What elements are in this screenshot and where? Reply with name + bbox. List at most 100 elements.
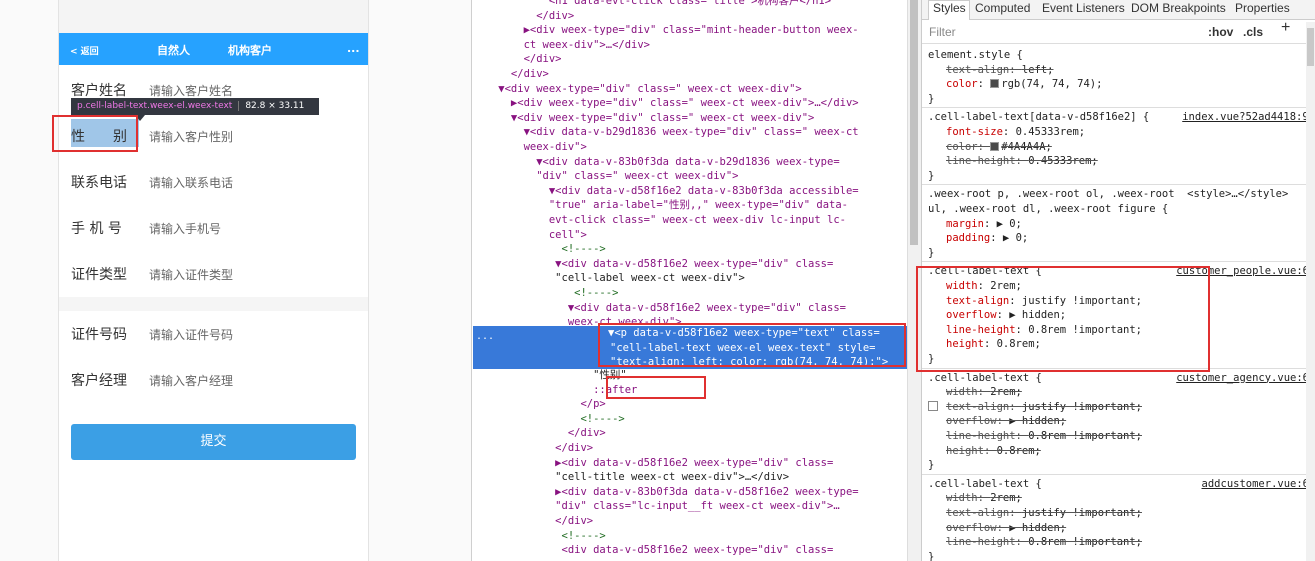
css-declaration[interactable]: text-align: justify !important; <box>928 400 1142 415</box>
css-declaration[interactable]: color: rgb(74, 74, 74); <box>946 77 1102 92</box>
selection-ellipsis[interactable]: ... <box>476 330 494 345</box>
css-declaration[interactable]: padding: ▶ 0; <box>946 231 1028 246</box>
dom-line[interactable]: </p> <box>473 397 905 412</box>
css-declaration[interactable]: width: 2rem; <box>946 491 1022 506</box>
dom-line[interactable]: "div" class="lc-input__ft weex-ct weex-d… <box>473 499 905 514</box>
dom-line[interactable]: <h1 data-evt-click class="title">机构客户</h… <box>473 0 905 9</box>
more-button[interactable]: ... <box>347 42 360 55</box>
tab-computed[interactable]: Computed <box>975 1 1030 16</box>
css-selector[interactable]: element.style { <box>928 48 1023 63</box>
css-property-value[interactable]: justify !important; <box>1022 507 1142 519</box>
css-property-name[interactable]: width <box>946 386 978 398</box>
css-property-value[interactable]: 2rem; <box>990 386 1022 398</box>
css-property-name[interactable]: color <box>946 78 978 90</box>
css-property-value[interactable]: justify !important; <box>1022 401 1142 413</box>
dom-line[interactable]: </div> <box>473 514 905 529</box>
new-rule-button[interactable]: + <box>1281 20 1290 36</box>
tab-institution-client[interactable]: 机构客户 <box>228 42 272 58</box>
css-property-value[interactable]: #4A4A4A; <box>1001 141 1052 153</box>
dom-line[interactable]: ▼<div data-v-d58f16e2 data-v-83b0f3da ac… <box>473 184 905 199</box>
css-declaration[interactable]: color: #4A4A4A; <box>946 140 1052 155</box>
cls-toggle[interactable]: .cls <box>1243 25 1263 40</box>
dom-line[interactable]: </div> <box>473 52 905 67</box>
submit-button[interactable]: 提交 <box>71 424 356 460</box>
css-property-value[interactable]: 0.45333rem; <box>1016 126 1086 138</box>
dom-line[interactable]: ▶<div data-v-83b0f3da data-v-d58f16e2 we… <box>473 485 905 500</box>
css-property-name[interactable]: color <box>946 141 978 153</box>
css-property-name[interactable]: line-height <box>946 155 1016 167</box>
css-selector[interactable]: .cell-label-text { <box>928 371 1042 386</box>
dom-line[interactable]: <!----> <box>473 529 905 544</box>
css-property-value[interactable]: rgb(74, 74, 74); <box>1001 78 1102 90</box>
css-declaration[interactable]: line-height: 0.45333rem; <box>946 154 1098 169</box>
css-declaration[interactable]: height: 0.8rem; <box>946 444 1041 459</box>
color-swatch-icon[interactable] <box>990 79 1000 89</box>
css-declaration[interactable]: margin: ▶ 0; <box>946 217 1022 232</box>
dom-line[interactable]: <div data-v-d58f16e2 weex-type="div" cla… <box>473 543 905 558</box>
css-property-value[interactable]: 0.8rem; <box>997 445 1041 457</box>
css-property-value[interactable]: ▶ hidden; <box>1009 415 1066 427</box>
css-rule-close[interactable]: } <box>928 92 934 107</box>
back-button[interactable]: < 返回 <box>70 44 99 57</box>
dom-line[interactable]: ▼<div weex-type="div" class=" weex-ct we… <box>473 82 905 97</box>
dom-line[interactable]: </div> <box>473 426 905 441</box>
styles-scrollbar[interactable] <box>1306 22 1315 561</box>
css-declaration[interactable]: line-height: 0.8rem !important; <box>946 535 1142 550</box>
css-selector[interactable]: .cell-label-text { <box>928 477 1042 492</box>
form-row-id-type[interactable]: 证件类型 请输入证件类型 <box>59 250 368 296</box>
css-property-name[interactable]: line-height <box>946 536 1016 548</box>
dom-line[interactable]: </div> <box>473 67 905 82</box>
dom-line[interactable]: ▶<div data-v-d58f16e2 weex-type="div" cl… <box>473 456 905 471</box>
form-row-mobile[interactable]: 手 机 号 请输入手机号 <box>59 204 368 250</box>
css-property-name[interactable]: text-align <box>946 507 1009 519</box>
css-property-name[interactable]: overflow <box>946 522 997 534</box>
dom-line[interactable]: ▼<div data-v-b29d1836 weex-type="div" cl… <box>473 125 905 140</box>
hov-toggle[interactable]: :hov <box>1208 25 1233 40</box>
css-property-name[interactable]: font-size <box>946 126 1003 138</box>
css-declaration[interactable]: text-align: left; <box>946 63 1053 78</box>
css-source-link[interactable]: customer_agency.vue:6 <box>1176 371 1309 386</box>
css-property-name[interactable]: line-height <box>946 430 1016 442</box>
dom-line[interactable]: </div> <box>473 9 905 24</box>
dom-line[interactable]: ▼<div weex-type="div" class=" weex-ct we… <box>473 111 905 126</box>
css-property-name[interactable]: width <box>946 492 978 504</box>
styles-scrollbar-thumb[interactable] <box>1307 28 1314 66</box>
css-property-value[interactable]: ▶ 0; <box>1003 232 1028 244</box>
dom-line[interactable]: <!----> <box>473 286 905 301</box>
dom-line[interactable]: <!----> <box>473 242 905 257</box>
elements-panel[interactable]: <h1 data-evt-click class="title">机构客户</h… <box>473 0 907 561</box>
css-declaration[interactable]: text-align: justify !important; <box>946 506 1142 521</box>
mobile-input[interactable]: 请输入手机号 <box>149 220 221 237</box>
css-rule-close[interactable]: } <box>928 246 934 261</box>
dom-line[interactable]: evt-click class=" weex-ct weex-div lc-in… <box>473 213 905 228</box>
css-property-name[interactable]: text-align <box>946 64 1009 76</box>
dom-line[interactable]: cell"> <box>473 228 905 243</box>
dom-line[interactable]: "cell-label weex-ct weex-div"> <box>473 271 905 286</box>
css-property-value[interactable]: ▶ hidden; <box>1009 522 1066 534</box>
phone-input[interactable]: 请输入联系电话 <box>149 174 233 191</box>
css-rule-close[interactable]: } <box>928 458 934 473</box>
css-property-value[interactable]: 2rem; <box>990 492 1022 504</box>
css-source-link[interactable]: addcustomer.vue:6 <box>1202 477 1309 492</box>
dom-line[interactable]: </div> <box>473 441 905 456</box>
css-declaration[interactable]: width: 2rem; <box>946 385 1022 400</box>
tab-styles[interactable]: Styles <box>933 1 966 16</box>
dom-line[interactable]: "cell-title weex-ct weex-div">…</div> <box>473 470 905 485</box>
dom-line[interactable]: "true" aria-label="性别,," weex-type="div"… <box>473 198 905 213</box>
css-property-value[interactable]: ▶ 0; <box>997 218 1022 230</box>
tab-event-listeners[interactable]: Event Listeners <box>1042 1 1125 16</box>
css-property-name[interactable]: padding <box>946 232 990 244</box>
css-selector[interactable]: .weex-root p, .weex-root ol, .weex-root … <box>928 187 1288 202</box>
form-row-phone[interactable]: 联系电话 请输入联系电话 <box>59 158 368 204</box>
css-property-name[interactable]: height <box>946 445 984 457</box>
name-input[interactable]: 请输入客户姓名 <box>149 82 233 99</box>
css-property-name[interactable]: overflow <box>946 415 997 427</box>
css-source-link[interactable]: index.vue?52ad4418:98 <box>1182 110 1315 125</box>
css-property-name[interactable]: text-align <box>946 401 1009 413</box>
dom-line[interactable]: weex-div"> <box>473 140 905 155</box>
id-type-input[interactable]: 请输入证件类型 <box>149 266 233 283</box>
id-number-input[interactable]: 请输入证件号码 <box>149 326 233 343</box>
dom-line[interactable]: "div" class=" weex-ct weex-div"> <box>473 169 905 184</box>
css-declaration[interactable]: overflow: ▶ hidden; <box>946 521 1066 536</box>
css-declaration[interactable]: overflow: ▶ hidden; <box>946 414 1066 429</box>
